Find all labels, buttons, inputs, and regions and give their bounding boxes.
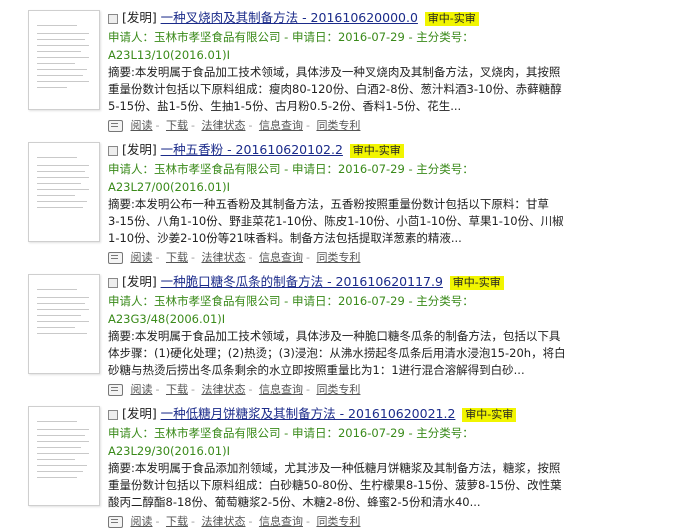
applicant-info: 申请人：玉林市孝坚食品有限公司 - 申请日：2016-07-29 - 主分类号： (108, 426, 474, 440)
patent-thumbnail[interactable] (28, 142, 100, 242)
patent-thumbnail[interactable] (28, 274, 100, 374)
abstract-line: 体步骤：(1)硬化处理；(2)热烫；(3)浸泡：从沸水捞起冬瓜条后用清水浸泡15… (108, 346, 566, 360)
download-link[interactable]: 下载 (166, 119, 188, 132)
read-link[interactable]: 阅读 (131, 251, 153, 264)
legal-status-link[interactable]: 法律状态 (201, 119, 245, 132)
action-links: 阅读 - 下载 - 法律状态 - 信息查询 - 同类专利 (108, 249, 678, 267)
result-item: [发明] 一种低糖月饼糖浆及其制备方法 - 201610620021.2 审中-… (0, 404, 685, 532)
classification-code: A23G3/48(2006.01)I (108, 312, 226, 326)
read-link[interactable]: 阅读 (131, 515, 153, 528)
legal-status-link[interactable]: 法律状态 (201, 383, 245, 396)
abstract-line: 5-15份、盐1-5份、生抽1-5份、古月粉0.5-2份、香料1-5份、花生..… (108, 99, 462, 113)
read-link[interactable]: 阅读 (131, 119, 153, 132)
action-links: 阅读 - 下载 - 法律状态 - 信息查询 - 同类专利 (108, 513, 678, 531)
status-badge: 审中-实审 (424, 11, 479, 26)
patent-title-link[interactable]: 一种脆口糖冬瓜条的制备方法 - 201610620117.9 (161, 274, 443, 289)
action-links: 阅读 - 下载 - 法律状态 - 信息查询 - 同类专利 (108, 117, 678, 135)
type-tag: [发明] (122, 274, 157, 289)
type-tag: [发明] (122, 142, 157, 157)
similar-patents-link[interactable]: 同类专利 (316, 251, 360, 264)
patent-thumbnail[interactable] (28, 10, 100, 110)
status-badge: 审中-实审 (349, 143, 404, 158)
type-tag: [发明] (122, 406, 157, 421)
info-query-link[interactable]: 信息查询 (259, 383, 303, 396)
document-icon (108, 516, 123, 528)
abstract-line: 1-10份、沙姜2-10份等21味香料。制备方法包括提取洋葱素的精液... (108, 231, 462, 245)
abstract-line: 酸丙二醇酯8-18份、葡萄糖浆2-5份、木糖2-8份、蜂蜜2-5份和清水40..… (108, 495, 481, 509)
similar-patents-link[interactable]: 同类专利 (316, 515, 360, 528)
abstract-line: 重量份数计包括以下原料组成：瘦肉80-120份、白酒2-8份、葱汁料酒3-10份… (108, 82, 562, 96)
abstract: 摘要:本发明属于食品添加剂领域，尤其涉及一种低糖月饼糖浆及其制备方法，糖浆，按照… (108, 460, 678, 511)
document-icon (108, 252, 123, 264)
legal-status-link[interactable]: 法律状态 (201, 515, 245, 528)
abstract-line: 重量份数计包括以下原料组成：白砂糖50-80份、生柠檬果8-15份、菠萝8-15… (108, 478, 562, 492)
select-checkbox[interactable] (108, 409, 118, 420)
similar-patents-link[interactable]: 同类专利 (316, 383, 360, 396)
select-checkbox[interactable] (108, 145, 118, 156)
classification-code: A23L13/10(2016.01)I (108, 48, 230, 62)
patent-thumbnail[interactable] (28, 406, 100, 506)
abstract-line: 3-15份、八角1-10份、野韭菜花1-10份、陈皮1-10份、小茴1-10份、… (108, 214, 564, 228)
similar-patents-link[interactable]: 同类专利 (316, 119, 360, 132)
abstract: 摘要:本发明属于食品加工技术领域，具体涉及一种脆口糖冬瓜条的制备方法，包括以下具… (108, 328, 678, 379)
abstract: 摘要:本发明公布一种五香粉及其制备方法，五香粉按照重量份数计包括以下原料：甘草 … (108, 196, 678, 247)
classification-code: A23L27/00(2016.01)I (108, 180, 230, 194)
abstract-line: 砂糖与热烫后捞出冬瓜条剩余的水立即按照重量比为1：1进行混合溶解得到白砂... (108, 363, 525, 377)
abstract-line: 摘要:本发明公布一种五香粉及其制备方法，五香粉按照重量份数计包括以下原料：甘草 (108, 197, 549, 211)
patent-title-link[interactable]: 一种五香粉 - 201610620102.2 (161, 142, 343, 157)
result-item: [发明] 一种叉烧肉及其制备方法 - 201610620000.0 审中-实审 … (0, 8, 685, 136)
result-item: [发明] 一种五香粉 - 201610620102.2 审中-实审 申请人：玉林… (0, 140, 685, 268)
applicant-info: 申请人：玉林市孝坚食品有限公司 - 申请日：2016-07-29 - 主分类号： (108, 294, 474, 308)
patent-result-list: [发明] 一种叉烧肉及其制备方法 - 201610620000.0 审中-实审 … (0, 0, 685, 531)
document-icon (108, 384, 123, 396)
type-tag: [发明] (122, 10, 157, 25)
classification-code: A23L29/30(2016.01)I (108, 444, 230, 458)
status-badge: 审中-实审 (449, 275, 504, 290)
abstract: 摘要:本发明属于食品加工技术领域，具体涉及一种叉烧肉及其制备方法，叉烧肉，其按照… (108, 64, 678, 115)
patent-title-link[interactable]: 一种低糖月饼糖浆及其制备方法 - 201610620021.2 (161, 406, 456, 421)
select-checkbox[interactable] (108, 13, 118, 24)
abstract-line: 摘要:本发明属于食品加工技术领域，具体涉及一种叉烧肉及其制备方法，叉烧肉，其按照 (108, 65, 561, 79)
legal-status-link[interactable]: 法律状态 (201, 251, 245, 264)
result-item: [发明] 一种脆口糖冬瓜条的制备方法 - 201610620117.9 审中-实… (0, 272, 685, 400)
read-link[interactable]: 阅读 (131, 383, 153, 396)
info-query-link[interactable]: 信息查询 (259, 515, 303, 528)
patent-title-link[interactable]: 一种叉烧肉及其制备方法 - 201610620000.0 (161, 10, 418, 25)
select-checkbox[interactable] (108, 277, 118, 288)
status-badge: 审中-实审 (462, 407, 517, 422)
abstract-line: 摘要:本发明属于食品添加剂领域，尤其涉及一种低糖月饼糖浆及其制备方法，糖浆，按照 (108, 461, 561, 475)
applicant-info: 申请人：玉林市孝坚食品有限公司 - 申请日：2016-07-29 - 主分类号： (108, 30, 474, 44)
info-query-link[interactable]: 信息查询 (259, 119, 303, 132)
document-icon (108, 120, 123, 132)
action-links: 阅读 - 下载 - 法律状态 - 信息查询 - 同类专利 (108, 381, 678, 399)
download-link[interactable]: 下载 (166, 383, 188, 396)
applicant-info: 申请人：玉林市孝坚食品有限公司 - 申请日：2016-07-29 - 主分类号： (108, 162, 474, 176)
info-query-link[interactable]: 信息查询 (259, 251, 303, 264)
download-link[interactable]: 下载 (166, 251, 188, 264)
abstract-line: 摘要:本发明属于食品加工技术领域，具体涉及一种脆口糖冬瓜条的制备方法，包括以下具 (108, 329, 561, 343)
download-link[interactable]: 下载 (166, 515, 188, 528)
